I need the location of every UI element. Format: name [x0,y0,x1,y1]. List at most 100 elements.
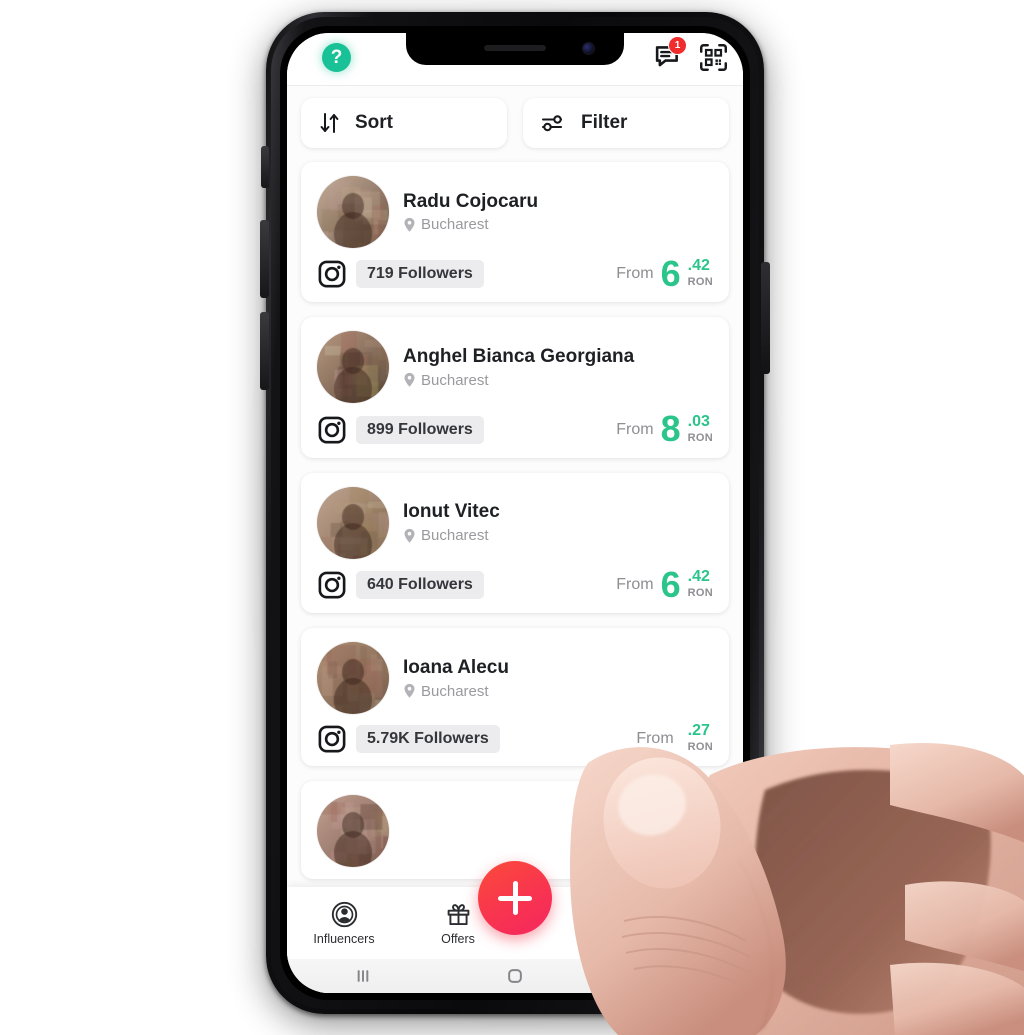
influencer-card[interactable]: Anghel Bianca Georgiana Bucharest 899 Foll… [301,317,729,458]
identity: Ioana Alecu Bucharest [403,657,509,700]
influencer-name: Ionut Vitec [403,501,500,523]
phone-screen: ? 1 Sort Filter Radu Cojocaru Bucharest … [287,33,743,993]
bottom-navigation: Influencers Offers Notifications [287,861,743,959]
filter-label: Filter [581,112,628,133]
price-decimal: .42 [687,257,710,275]
price-block: From 6 .42 RON [616,253,713,294]
map-pin-icon [404,683,415,698]
price-block: From 6.42 RON [616,563,713,605]
map-pin-icon [404,373,415,388]
instagram-icon [318,416,346,444]
person-circle-icon [331,901,357,927]
android-system-navigation [287,959,743,993]
card-header [317,795,713,868]
map-pin-icon [404,528,415,543]
finger-lower [890,962,1024,1035]
price-currency: RON [687,276,713,289]
add-campaign-fab[interactable] [478,861,552,935]
palm-shadow [754,769,991,1014]
follower-count-badge: 899 Followers [356,415,484,444]
top-bar-actions: 1 [653,36,729,73]
location-text: Bucharest [421,527,489,545]
card-footer: 719 Followers From 6 .42 RON [317,253,713,294]
screenshot-root: ? 1 Sort Filter Radu Cojocaru Bucharest … [0,0,1024,1035]
help-button[interactable]: ? [322,43,351,72]
phone-volume-up-button[interactable] [260,220,269,298]
identity: Radu Cojocaru Bucharest [403,191,538,234]
app-content: Sort Filter Radu CojocaruBucharest719 [287,86,743,993]
price-decimal: .27 [687,722,710,740]
recents-icon [357,970,369,982]
price-block: From 8.03 RON [616,408,713,450]
price-integer: 6 [660,563,681,605]
top-bar-divider [287,85,743,86]
nav-item-influencers[interactable]: Influencers [287,901,401,946]
avatar[interactable] [317,331,389,404]
card-footer: 640 Followers From 6.42 RON [317,563,713,605]
phone-volume-down-button[interactable] [260,312,269,390]
help-icon: ? [330,46,343,68]
price-decimal: .42 [687,567,710,585]
influencer-location: Bucharest [403,372,634,389]
sort-button[interactable]: Sort [301,98,507,148]
price-integer: 8 [660,408,681,450]
card-header: Anghel Bianca Georgiana Bucharest [317,331,713,404]
messages-button[interactable]: 1 [653,36,687,73]
identity: Ionut Vitec Bucharest [403,501,500,544]
influencer-name: Radu Cojocaru [403,190,539,212]
influencer-card[interactable]: Ionut Vitec Bucharest 640 Followers From 6.4… [301,472,729,614]
influencer-name: Anghel Bianca Georgiana [403,345,635,367]
price-currency: RON [687,431,713,444]
recents-button[interactable] [350,963,376,989]
influencer-list[interactable]: Radu Cojocaru Bucharest 719 Followers From 6… [287,148,743,880]
back-button[interactable] [654,963,680,989]
influencer-location: Bucharest [403,683,509,700]
nav-label-offers: Offers [441,931,475,946]
gift-icon [447,903,469,925]
price-currency: RON [687,741,713,754]
sort-arrows-icon [320,113,339,133]
phone-notch [406,33,624,65]
finger-upper [890,742,1024,843]
price-prefix: From [616,420,654,438]
filter-button[interactable]: Filter [523,98,729,148]
avatar[interactable] [317,642,389,715]
influencer-name: Ioana Alecu [403,656,509,678]
earpiece-speaker [484,45,546,51]
price-prefix: From [616,575,654,593]
phone-power-button[interactable] [761,262,770,374]
card-header: Radu Cojocaru Bucharest [317,176,713,248]
avatar[interactable] [317,795,389,868]
price-suffix: .42 RON [687,567,713,599]
sort-label: Sort [355,112,393,133]
card-footer: 899 Followers From 8.03 RON [317,408,713,450]
avatar[interactable] [317,486,389,559]
nav-item-notifications[interactable]: Notifications [629,901,743,946]
follower-count-badge: 5.79K Followers [356,725,500,754]
avatar[interactable] [317,176,389,248]
nav-label-influencers: Influencers [313,931,375,946]
back-chevron-icon [662,969,671,983]
influencer-card[interactable]: Radu Cojocaru Bucharest 719 Followers From 6… [301,162,729,303]
price-suffix: .03 RON [687,413,713,444]
home-button[interactable] [502,963,528,989]
price-currency: RON [687,586,713,599]
follower-count-badge: 719 Followers [356,260,484,289]
follower-count-badge: 640 Followers [356,570,484,599]
list-controls: Sort Filter [287,86,743,148]
price-prefix: From [616,265,654,283]
front-camera [583,43,594,54]
scan-qr-button[interactable] [698,42,729,73]
instagram-icon [318,260,346,288]
price-prefix: From [636,730,674,748]
identity: Anghel Bianca Georgiana Bucharest [403,346,634,389]
price-integer: 6 [660,253,681,294]
price-block: From .27 RON [636,722,713,754]
influencer-card[interactable]: Ioana Alecu Bucharest 5.79K Followers From.… [301,628,729,767]
bell-icon [675,905,697,921]
filter-sliders-icon [541,115,563,132]
location-text: Bucharest [421,216,489,234]
card-header: Ioana Alecu Bucharest [317,642,713,715]
phone-mute-switch[interactable] [261,146,269,188]
qr-code-scanner-icon [700,44,727,71]
